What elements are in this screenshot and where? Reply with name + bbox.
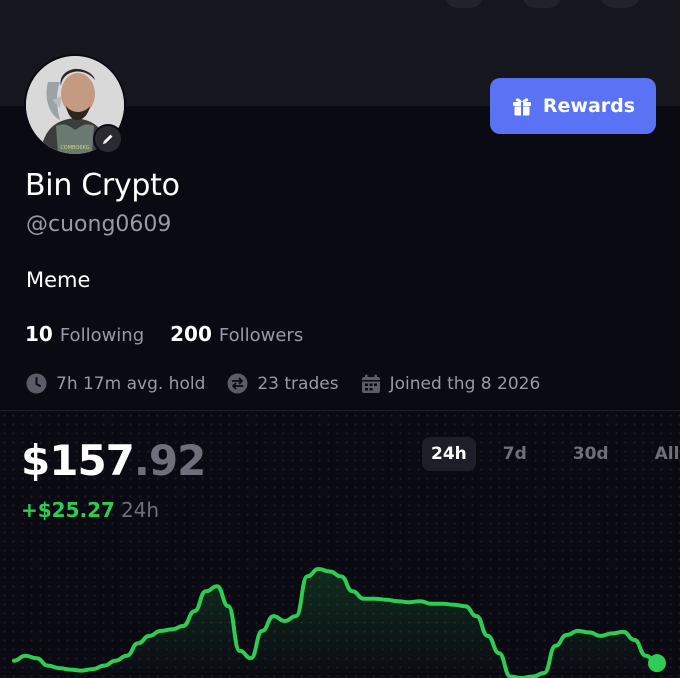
following-link[interactable]: 10 Following	[25, 322, 144, 346]
calendar-icon	[361, 374, 380, 393]
rewards-label: Rewards	[542, 95, 636, 117]
profile-handle: @cuong0609	[26, 212, 172, 237]
swap-icon	[227, 373, 248, 394]
change-amount: +$25.27	[21, 498, 115, 522]
chart-current-point	[648, 654, 666, 673]
joined-stat: Joined thg 8 2026	[361, 373, 541, 394]
avg-hold-stat: 7h 17m avg. hold	[26, 373, 205, 394]
avg-hold-text: 7h 17m avg. hold	[56, 373, 206, 394]
pencil-icon	[103, 134, 113, 144]
range-tab-7d[interactable]: 7d	[494, 437, 536, 471]
portfolio-change: +$25.27 24h	[21, 498, 159, 522]
range-tab-all[interactable]: All	[646, 437, 680, 471]
trades-stat: 23 trades	[227, 373, 339, 394]
profile-bio: Meme	[26, 268, 91, 292]
trades-text: 23 trades	[257, 373, 339, 394]
gift-icon	[512, 98, 531, 116]
follow-stats: 10 Following 200 Followers	[25, 322, 303, 346]
change-period: 24h	[120, 498, 160, 522]
edit-avatar-button[interactable]	[93, 124, 123, 154]
followers-count: 200	[170, 322, 212, 346]
followers-label: Followers	[218, 325, 304, 346]
balance-whole: $157	[21, 436, 135, 485]
following-label: Following	[59, 325, 145, 346]
joined-text: Joined thg 8 2026	[389, 373, 541, 394]
clock-icon	[26, 373, 47, 394]
range-tab-24h[interactable]: 24h	[422, 437, 476, 471]
time-range-selector: 24h 7d 30d All	[422, 437, 680, 471]
portfolio-balance: $157.92	[21, 436, 206, 485]
avatar-caption: COMBO6KG	[60, 145, 89, 151]
following-count: 10	[25, 322, 53, 346]
followers-link[interactable]: 200 Followers	[170, 322, 303, 346]
balance-cents: .92	[133, 436, 206, 485]
profile-name: Bin Crypto	[25, 168, 180, 203]
trader-stats: 7h 17m avg. hold 23 trades Joined thg 8 …	[26, 373, 562, 394]
range-tab-30d[interactable]: 30d	[564, 437, 618, 471]
rewards-button[interactable]: Rewards	[490, 78, 656, 134]
